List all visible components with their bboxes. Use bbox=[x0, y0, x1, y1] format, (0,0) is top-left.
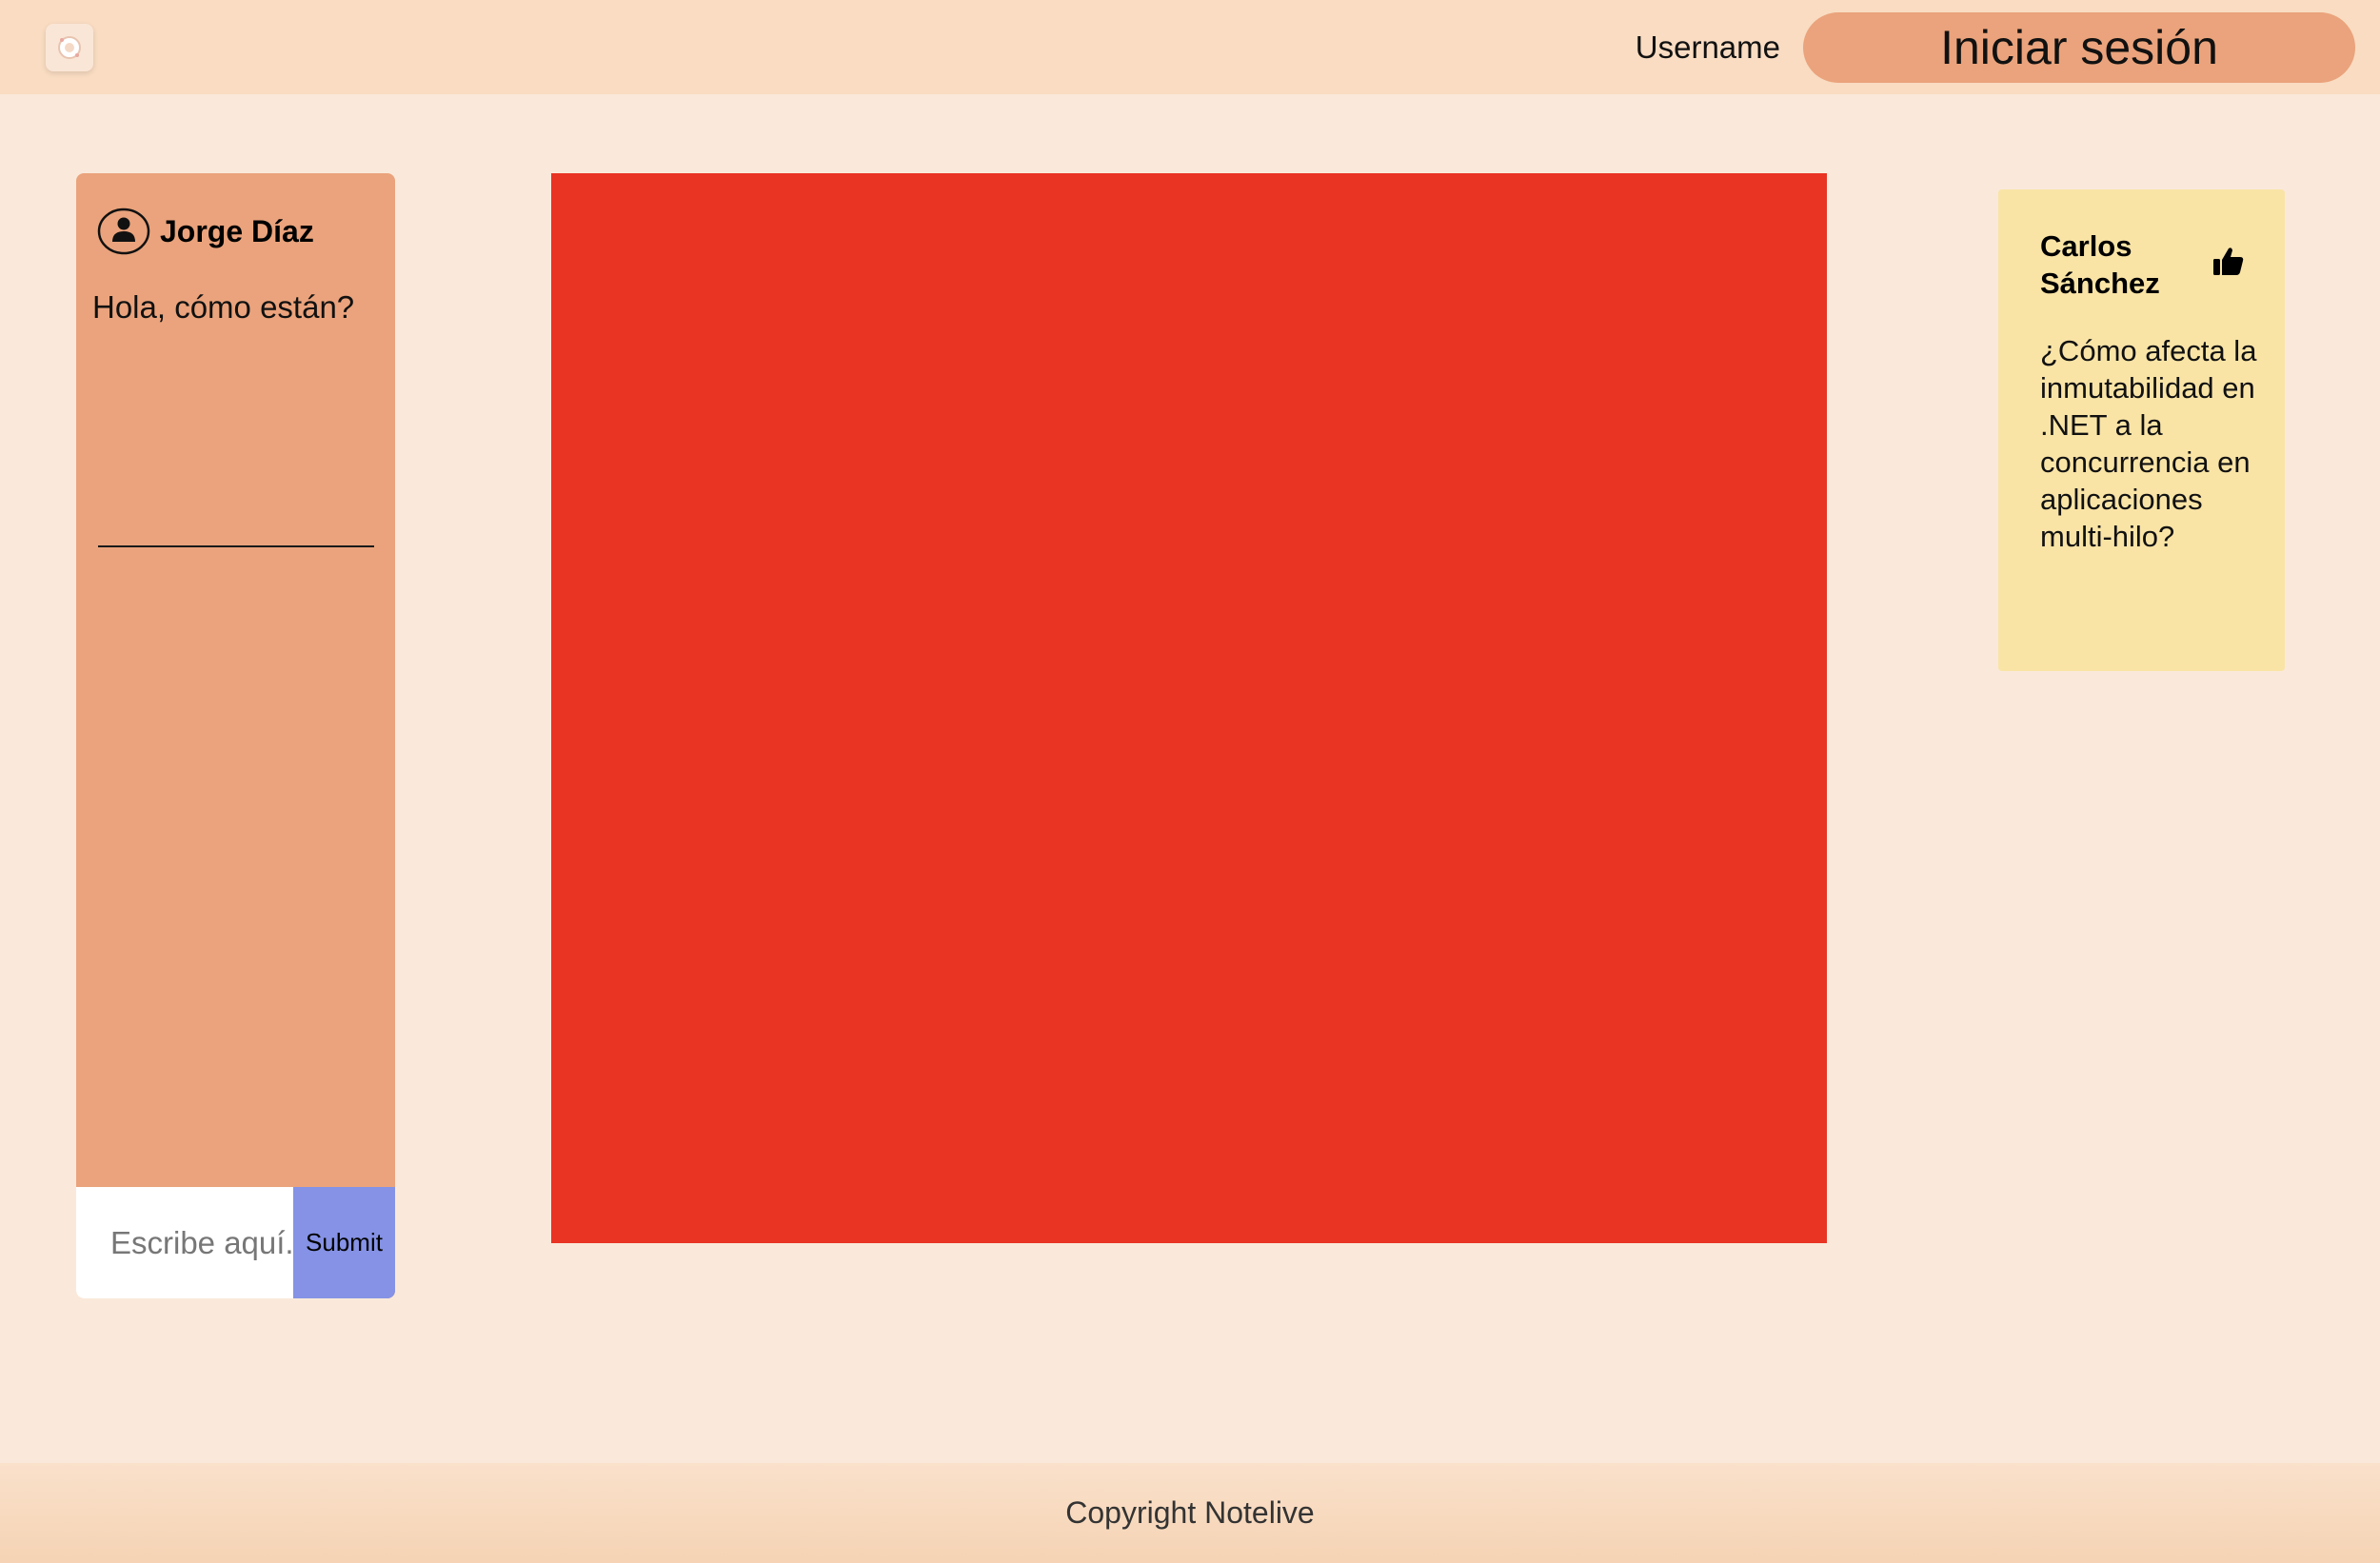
chat-message-divider bbox=[98, 545, 374, 547]
chat-message: Hola, cómo están? bbox=[92, 289, 355, 325]
app-logo-icon[interactable] bbox=[46, 24, 93, 71]
sticky-note[interactable]: Carlos Sánchez ¿Cómo afecta la inmutabil… bbox=[1998, 189, 2285, 671]
chat-user-header: Jorge Díaz bbox=[97, 208, 314, 255]
login-button[interactable]: Iniciar sesión bbox=[1803, 12, 2355, 83]
note-text: ¿Cómo afecta la inmutabilidad en .NET a … bbox=[2040, 334, 2257, 553]
chat-message-input[interactable] bbox=[76, 1187, 293, 1298]
username-label: Username bbox=[1635, 30, 1780, 65]
top-bar: Username Iniciar sesión bbox=[0, 0, 2380, 94]
chat-input-row: Submit bbox=[76, 1187, 395, 1298]
footer: Copyright Notelive bbox=[0, 1463, 2380, 1563]
chat-user-name: Jorge Díaz bbox=[160, 213, 314, 248]
submit-button[interactable]: Submit bbox=[293, 1187, 395, 1298]
note-author: Carlos Sánchez bbox=[2040, 229, 2160, 300]
user-avatar-icon bbox=[97, 208, 150, 255]
copyright-text: Copyright Notelive bbox=[1065, 1495, 1315, 1530]
main-canvas[interactable] bbox=[551, 173, 1827, 1243]
thumbs-up-icon[interactable] bbox=[2208, 241, 2250, 283]
chat-panel: Jorge Díaz Hola, cómo están? Submit bbox=[76, 173, 395, 1298]
